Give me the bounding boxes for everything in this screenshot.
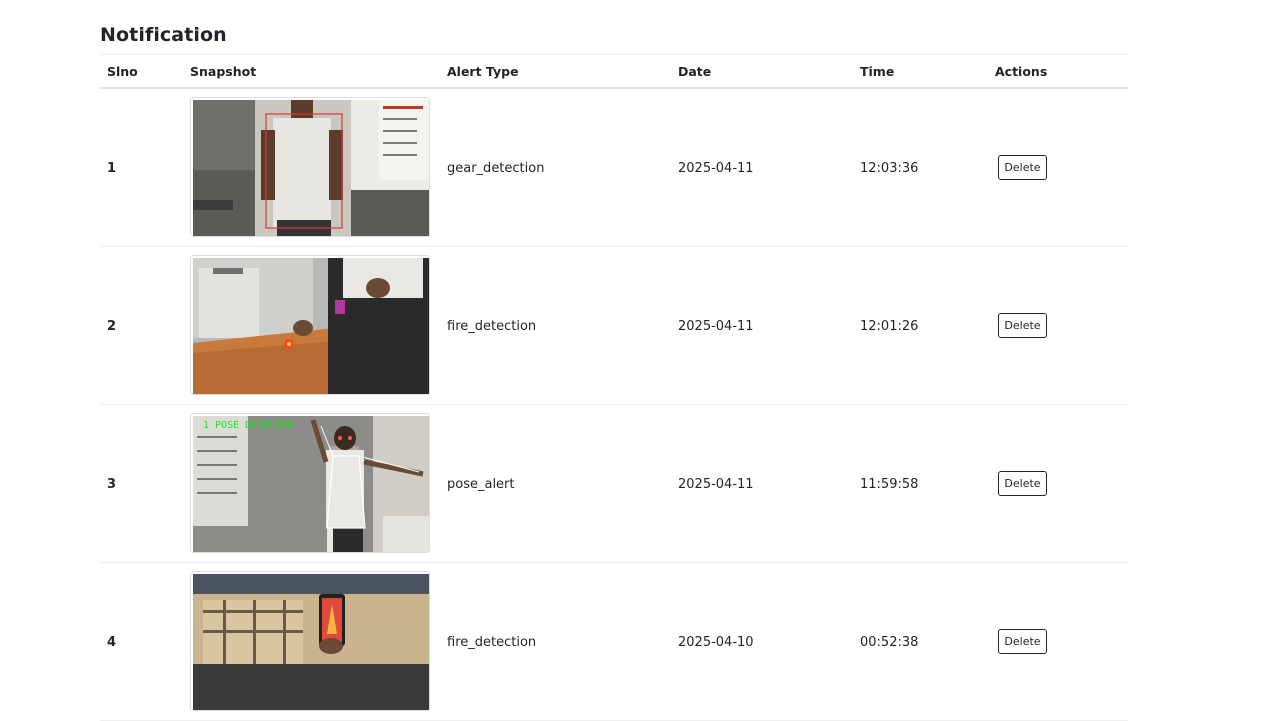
notifications-table: Slno Snapshot Alert Type Date Time Actio… [100, 54, 1128, 721]
row-date: 2025-04-11 [678, 161, 754, 176]
row-slno: 3 [107, 477, 117, 492]
header-date: Date [678, 64, 712, 79]
row-slno: 1 [107, 161, 117, 176]
pose-overlay-text: 1 POSE DETECTED [203, 420, 293, 431]
row-time: 12:03:36 [860, 161, 919, 176]
delete-button[interactable]: Delete [998, 155, 1047, 180]
row-time: 12:01:26 [860, 319, 919, 334]
header-slno: Slno [107, 64, 138, 79]
delete-button[interactable]: Delete [998, 313, 1047, 338]
row-time: 11:59:58 [860, 477, 919, 492]
snapshot-pose-alert: 1 POSE DETECTED [193, 416, 429, 552]
page-title: Notification [100, 24, 227, 46]
row-alert-type: pose_alert [447, 477, 515, 492]
snapshot-fire-detection [193, 258, 429, 394]
table-row: 4 fire_detection 2025-04-10 00:52:38 Del… [100, 563, 1128, 721]
snapshot-image[interactable] [190, 255, 430, 395]
snapshot-gear-detection [193, 100, 429, 236]
row-slno: 4 [107, 635, 117, 650]
row-alert-type: fire_detection [447, 319, 537, 334]
header-snapshot: Snapshot [190, 64, 257, 79]
table-row: 1 gear_detection 2025-04-11 12:03:36 Del… [100, 89, 1128, 247]
header-actions: Actions [995, 64, 1048, 79]
delete-button[interactable]: Delete [998, 629, 1047, 654]
snapshot-image[interactable] [190, 571, 430, 711]
header-alert-type: Alert Type [447, 64, 519, 79]
row-date: 2025-04-11 [678, 319, 754, 334]
table-row: 3 1 POSE DETECTED pose_alert 2025-04-11 … [100, 405, 1128, 563]
table-header: Slno Snapshot Alert Type Date Time Actio… [100, 55, 1128, 89]
row-alert-type: gear_detection [447, 161, 545, 176]
row-slno: 2 [107, 319, 117, 334]
snapshot-image[interactable]: 1 POSE DETECTED [190, 413, 430, 553]
row-date: 2025-04-10 [678, 635, 754, 650]
row-time: 00:52:38 [860, 635, 919, 650]
delete-button[interactable]: Delete [998, 471, 1047, 496]
row-alert-type: fire_detection [447, 635, 537, 650]
snapshot-image[interactable] [190, 97, 430, 237]
row-date: 2025-04-11 [678, 477, 754, 492]
snapshot-fire-detection [193, 574, 429, 710]
header-time: Time [860, 64, 895, 79]
table-row: 2 fire_detection 2025-04-11 12:01:26 Del… [100, 247, 1128, 405]
